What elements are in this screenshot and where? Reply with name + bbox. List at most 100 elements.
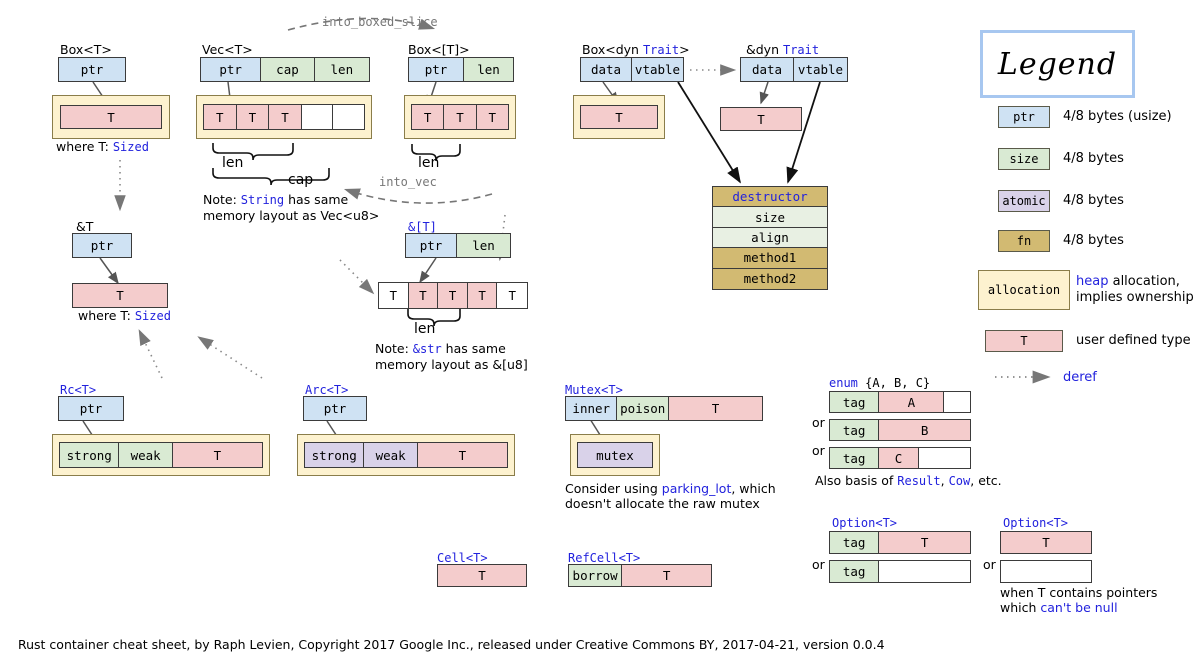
- refcell-t-struct: borrow T: [568, 564, 712, 587]
- ref-t-value: T: [72, 283, 168, 308]
- box-slice-buffer-cell: T: [476, 105, 508, 129]
- option-none-pad-cell: [879, 561, 970, 582]
- vec-ptr-cell: ptr: [201, 58, 262, 81]
- box-t-struct: ptr: [58, 57, 126, 82]
- enum-variant-b-row: tag B: [829, 419, 971, 441]
- legend-text-user-type: user defined type: [1076, 333, 1191, 348]
- mutex-allocation: mutex: [570, 434, 660, 476]
- option-niche-none-cell: [1001, 561, 1091, 582]
- legend-chip-fn: fn: [998, 230, 1050, 252]
- vtable-row-size: size: [713, 207, 827, 228]
- refcell-t-title: RefCell<T>: [568, 551, 641, 565]
- legend-chip-allocation: allocation: [978, 270, 1070, 310]
- ref-dyn-title: &dyn Trait: [746, 42, 820, 57]
- cell-t-value-cell: T: [438, 565, 526, 586]
- box-dyn-vtable-cell: vtable: [632, 58, 683, 81]
- enum-variant-a-row: tag A: [829, 391, 971, 413]
- enum-b-tag-cell: tag: [830, 420, 880, 440]
- rc-ptr-cell: ptr: [59, 397, 123, 420]
- legend-chip-user-type: T: [985, 330, 1063, 352]
- enum-c-payload-cell: C: [879, 448, 919, 468]
- box-slice-buffer-cell: T: [444, 105, 477, 129]
- option-some-tag-cell: tag: [830, 532, 880, 553]
- legend-title: Legend: [997, 46, 1118, 82]
- box-slice-buffer-cell: T: [412, 105, 445, 129]
- rc-struct: ptr: [58, 396, 124, 421]
- mutex-raw-cell: mutex: [578, 443, 652, 467]
- mutex-title: Mutex<T>: [565, 383, 623, 397]
- legend-text-deref: deref: [1063, 370, 1097, 385]
- ref-t-ptr-cell: ptr: [73, 234, 131, 257]
- vec-note: Note: String has same memory layout as V…: [203, 192, 380, 223]
- legend-text-ptr: 4/8 bytes (usize): [1063, 109, 1172, 124]
- option-niche-or: or: [983, 557, 996, 572]
- ref-slice-buffer-cell: T: [467, 283, 498, 308]
- box-t-where: where T: Sized: [56, 139, 149, 154]
- vec-cap-cell: cap: [261, 58, 315, 81]
- arc-title: Arc<T>: [305, 383, 349, 397]
- option-tagged-some-row: tag T: [829, 531, 971, 554]
- ref-dyn-vtable-cell: vtable: [794, 58, 847, 81]
- rc-value-cell: T: [172, 443, 262, 467]
- option-tagged-or: or: [812, 557, 825, 572]
- vtable-struct: destructor size align method1 method2: [712, 186, 828, 290]
- vec-cap-brace-label: cap: [288, 172, 314, 188]
- ref-dyn-value-cell: T: [721, 108, 801, 130]
- vtable-row-destructor: destructor: [713, 187, 827, 208]
- arc-value-cell: T: [417, 443, 507, 467]
- box-dyn-data-cell: data: [581, 58, 633, 81]
- ref-dyn-value: T: [720, 107, 802, 131]
- vec-t-struct: ptr cap len: [200, 57, 370, 82]
- box-slice-len-cell: len: [463, 58, 513, 81]
- edge-label-into-boxed-slice: into_boxed_slice: [322, 15, 438, 29]
- arc-strong-cell: strong: [305, 443, 365, 467]
- rc-title: Rc<T>: [60, 383, 97, 397]
- legend-title-box: Legend: [980, 30, 1135, 98]
- enum-title: enum {A, B, C}: [829, 376, 931, 390]
- enum-a-tag-cell: tag: [830, 392, 880, 412]
- vtable-row-method1: method1: [713, 248, 827, 269]
- vtable-row-method2: method2: [713, 268, 827, 290]
- option-niche-note: when T contains pointers which can't be …: [1000, 585, 1158, 615]
- edge-label-into-vec: into_vec: [379, 175, 437, 189]
- mutex-struct: inner poison T: [565, 396, 763, 421]
- box-slice-buffer: TTT: [411, 104, 509, 130]
- enum-variant-c-row: tag C: [829, 447, 971, 469]
- mutex-value-cell: T: [668, 397, 763, 420]
- cell-t-struct: T: [437, 564, 527, 587]
- footer-credit: Rust container cheat sheet, by Raph Levi…: [18, 637, 885, 652]
- ref-slice-len-cell: len: [457, 234, 510, 257]
- option-some-value-cell: T: [879, 532, 970, 553]
- option-niche-title: Option<T>: [1003, 516, 1069, 530]
- legend-text-atomic: 4/8 bytes: [1063, 193, 1124, 208]
- ref-slice-buffer: TTTTT: [378, 282, 528, 309]
- enum-or-1: or: [812, 415, 825, 430]
- option-tagged-title: Option<T>: [832, 516, 898, 530]
- ref-t-struct: ptr: [72, 233, 132, 258]
- ref-t-value-cell: T: [73, 284, 167, 307]
- box-dyn-struct: data vtable: [580, 57, 684, 82]
- option-niche-some-row: T: [1000, 531, 1092, 554]
- vec-buffer-cell: [301, 105, 334, 129]
- box-dyn-title: Box<dyn Trait>: [582, 42, 690, 57]
- enum-c-pad-cell: [918, 448, 970, 468]
- legend-text-allocation: heap allocation, implies ownership: [1076, 274, 1194, 305]
- vec-t-title: Vec<T>: [202, 42, 253, 57]
- box-slice-struct: ptr len: [408, 57, 514, 82]
- cell-t-title: Cell<T>: [437, 551, 488, 565]
- ref-slice-note: Note: &str has same memory layout as &[u…: [375, 341, 528, 372]
- ref-slice-len-brace-label: len: [414, 321, 436, 337]
- ref-dyn-data-cell: data: [741, 58, 795, 81]
- ref-slice-title: &[T]: [408, 220, 437, 234]
- vtable-row-align: align: [713, 227, 827, 249]
- vec-buffer-cell: T: [204, 105, 237, 129]
- option-none-tag-cell: tag: [830, 561, 880, 582]
- enum-or-2: or: [812, 443, 825, 458]
- ref-t-where: where T: Sized: [78, 308, 171, 323]
- rc-weak-cell: weak: [119, 443, 173, 467]
- enum-c-tag-cell: tag: [830, 448, 880, 468]
- mutex-poison-cell: poison: [617, 397, 669, 420]
- ref-slice-buffer-cell: T: [379, 283, 409, 308]
- legend-chip-size: size: [998, 148, 1050, 170]
- enum-a-pad-cell: [944, 392, 970, 412]
